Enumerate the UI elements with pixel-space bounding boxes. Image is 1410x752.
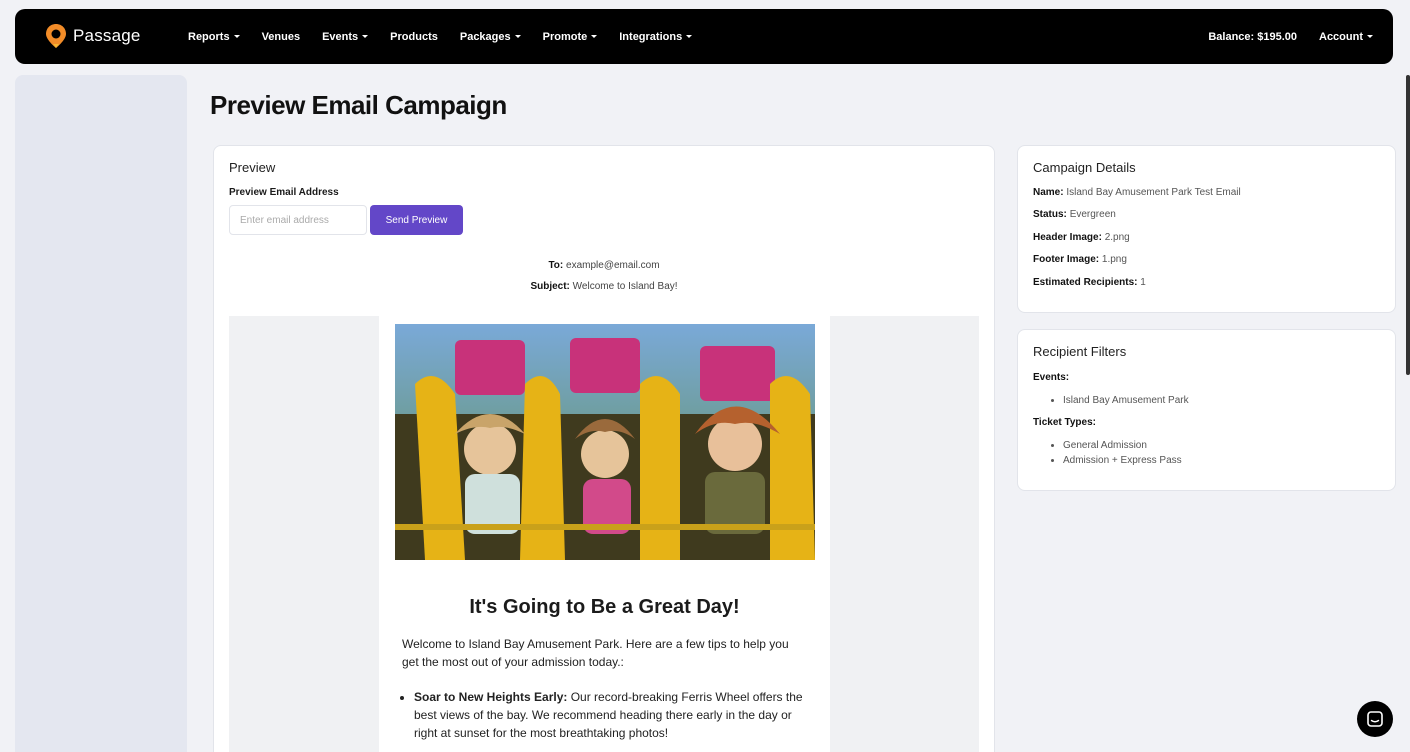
detail-label: Status: xyxy=(1033,209,1067,220)
nav-reports-label: Reports xyxy=(188,30,230,43)
nav-promote[interactable]: Promote xyxy=(543,31,598,43)
list-item: General Admission xyxy=(1063,438,1182,453)
balance-display: Balance: $195.00 xyxy=(1208,30,1297,43)
list-item: Island Bay Amusement Park xyxy=(1063,393,1189,408)
list-item: Admission + Express Pass xyxy=(1063,453,1182,468)
nav-packages[interactable]: Packages xyxy=(460,31,521,43)
nav-venues[interactable]: Venues xyxy=(262,31,301,43)
list-item: Soar to New Heights Early: Our record-br… xyxy=(414,688,809,742)
subject-value: Welcome to Island Bay! xyxy=(572,281,678,292)
chevron-down-icon xyxy=(686,35,693,38)
nav-packages-label: Packages xyxy=(459,30,511,43)
detail-label: Estimated Recipients: xyxy=(1033,277,1138,288)
to-label: To: xyxy=(548,260,564,271)
detail-header-image: Header Image: 2.png xyxy=(1033,232,1130,243)
passage-logo-icon xyxy=(45,23,67,49)
detail-label: Footer Image: xyxy=(1033,254,1100,265)
chevron-down-icon xyxy=(233,35,240,38)
tips-list: Soar to New Heights Early: Our record-br… xyxy=(414,688,809,742)
detail-value: Evergreen xyxy=(1069,209,1116,220)
tip-title: Soar to New Heights Early: xyxy=(414,690,568,704)
chevron-down-icon xyxy=(591,35,598,38)
detail-value: 1.png xyxy=(1101,254,1127,265)
nav-products[interactable]: Products xyxy=(390,31,438,43)
detail-name: Name: Island Bay Amusement Park Test Ema… xyxy=(1033,187,1241,198)
email-header: To: example@email.com Subject: Welcome t… xyxy=(229,250,979,316)
detail-label: Name: xyxy=(1033,187,1064,198)
send-preview-button[interactable]: Send Preview xyxy=(370,205,463,235)
preview-email-label: Preview Email Address xyxy=(229,187,339,198)
chevron-down-icon xyxy=(1367,35,1373,38)
header-image xyxy=(395,324,815,560)
detail-footer-image: Footer Image: 1.png xyxy=(1033,254,1127,265)
nav-right: Balance: $195.00 Account xyxy=(1208,9,1373,64)
nav-integrations[interactable]: Integrations xyxy=(619,30,693,43)
campaign-details-card: Campaign Details Name: Island Bay Amusem… xyxy=(1017,145,1396,313)
nav-reports[interactable]: Reports xyxy=(188,31,240,43)
email-intro: Welcome to Island Bay Amusement Park. He… xyxy=(402,637,789,669)
email-subject-row: Subject: Welcome to Island Bay! xyxy=(229,281,979,292)
page-scrollbar[interactable] xyxy=(1406,75,1410,375)
email-to-row: To: example@email.com xyxy=(229,260,979,271)
email-preview-area: It's Going to Be a Great Day! Welcome to… xyxy=(229,316,979,752)
campaign-details-heading: Campaign Details xyxy=(1033,160,1136,175)
chevron-down-icon xyxy=(514,35,521,38)
nav-promote-label: Promote xyxy=(542,30,588,43)
nav-products-label: Products xyxy=(390,30,438,43)
events-list: Island Bay Amusement Park xyxy=(1063,393,1189,408)
detail-value: Island Bay Amusement Park Test Email xyxy=(1066,187,1241,198)
preview-heading: Preview xyxy=(229,160,276,175)
ticket-types-list: General Admission Admission + Express Pa… xyxy=(1063,438,1182,468)
sidebar xyxy=(15,75,187,752)
nav-integrations-label: Integrations xyxy=(619,30,683,43)
email-title: It's Going to Be a Great Day! xyxy=(469,596,740,618)
detail-recipients: Estimated Recipients: 1 xyxy=(1033,277,1146,288)
events-label: Events: xyxy=(1033,372,1070,383)
brand-logo[interactable]: Passage xyxy=(45,23,141,49)
page-title: Preview Email Campaign xyxy=(210,90,507,120)
chat-launcher-button[interactable] xyxy=(1357,701,1393,737)
nav-events-label: Events xyxy=(322,30,359,43)
account-label: Account xyxy=(1319,30,1363,43)
chat-icon xyxy=(1367,711,1383,727)
recipient-filters-heading: Recipient Filters xyxy=(1033,344,1127,359)
chevron-down-icon xyxy=(362,35,369,38)
nav-events[interactable]: Events xyxy=(322,30,369,43)
preview-email-input[interactable] xyxy=(229,205,367,235)
top-navbar: Passage Reports Venues Events Products P… xyxy=(15,9,1393,64)
main-menu: Reports Venues Events Products Packages … xyxy=(188,9,714,64)
ticket-types-label: Ticket Types: xyxy=(1033,417,1096,428)
detail-value: 1 xyxy=(1140,277,1146,288)
to-value: example@email.com xyxy=(566,260,660,271)
subject-label: Subject: xyxy=(530,281,570,292)
account-menu[interactable]: Account xyxy=(1319,31,1373,43)
detail-status: Status: Evergreen xyxy=(1033,209,1116,220)
detail-value: 2.png xyxy=(1104,232,1130,243)
brand-name: Passage xyxy=(73,26,141,45)
nav-venues-label: Venues xyxy=(261,30,301,43)
preview-card: Preview Preview Email Address Send Previ… xyxy=(213,145,995,752)
email-body: It's Going to Be a Great Day! Welcome to… xyxy=(379,316,830,752)
detail-label: Header Image: xyxy=(1033,232,1102,243)
recipient-filters-card: Recipient Filters Events: Island Bay Amu… xyxy=(1017,329,1396,491)
